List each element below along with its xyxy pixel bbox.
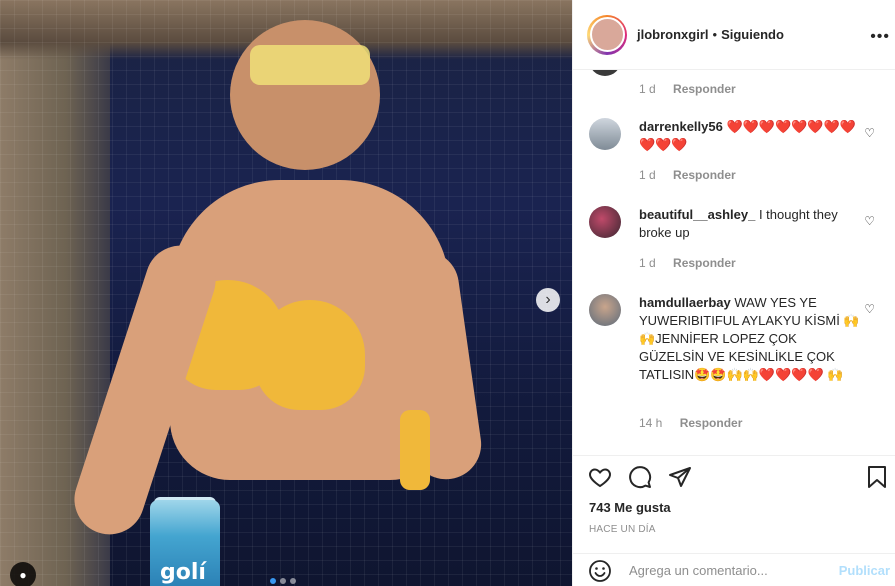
post-comment-button[interactable]: Publicar bbox=[839, 563, 890, 578]
chevron-right-icon: › bbox=[545, 291, 551, 308]
comment-meta: 1 d Responder bbox=[639, 168, 736, 182]
like-comment-heart-icon[interactable]: ♡ bbox=[864, 302, 875, 316]
comment-time: 14 h bbox=[639, 416, 663, 430]
post-date[interactable]: HACE UN DÍA bbox=[589, 524, 656, 535]
reply-button[interactable]: Responder bbox=[680, 416, 743, 430]
post-actions: 743 Me gusta HACE UN DÍA Publicar bbox=[573, 455, 895, 586]
post-header: jlobronxgirl • Siguiendo ••• bbox=[573, 0, 895, 70]
comment-meta: 1 d Responder bbox=[639, 256, 736, 270]
more-options-icon[interactable]: ••• bbox=[870, 28, 890, 46]
comment-time: 1 d bbox=[639, 82, 656, 96]
comment-input[interactable] bbox=[629, 563, 809, 578]
reply-button[interactable]: Responder bbox=[673, 256, 736, 270]
commenter-username[interactable]: hamdullaerbay bbox=[639, 295, 731, 310]
carousel-dots bbox=[270, 578, 296, 584]
share-paper-plane-icon[interactable] bbox=[667, 464, 693, 490]
comment-composer: Publicar bbox=[573, 553, 895, 586]
like-heart-icon[interactable] bbox=[587, 464, 613, 490]
user-tag-icon[interactable]: ● bbox=[10, 562, 36, 586]
carousel-dot bbox=[280, 578, 286, 584]
commenter-username[interactable]: darrenkelly56 bbox=[639, 119, 723, 134]
comment-time: 1 d bbox=[639, 256, 656, 270]
like-comment-heart-icon[interactable]: ♡ bbox=[864, 214, 875, 228]
save-bookmark-icon[interactable] bbox=[864, 464, 890, 490]
post-sidebar: jlobronxgirl • Siguiendo ••• 1 d Respond… bbox=[572, 0, 895, 586]
like-comment-heart-icon[interactable]: ♡ bbox=[864, 126, 875, 140]
comment-body: beautiful__ashley_ I thought they broke … bbox=[639, 206, 861, 242]
commenter-avatar[interactable] bbox=[589, 206, 621, 238]
author-username[interactable]: jlobronxgirl bbox=[637, 27, 709, 42]
next-image-button[interactable]: › bbox=[536, 288, 560, 312]
comment-body: hamdullaerbay WAW YES YE YUWERIBITIFUL A… bbox=[639, 294, 861, 384]
commenter-username[interactable]: beautiful__ashley_ bbox=[639, 207, 755, 222]
likes-count[interactable]: 743 Me gusta bbox=[589, 500, 671, 515]
post-image[interactable]: golí › ● bbox=[0, 0, 572, 586]
comment-bubble-icon[interactable] bbox=[627, 464, 653, 490]
carousel-dot bbox=[270, 578, 276, 584]
comments-list: 1 d Responder darrenkelly56 ❤️❤️❤️❤️❤️❤️… bbox=[573, 70, 895, 455]
carousel-dot bbox=[290, 578, 296, 584]
header-separator: • bbox=[712, 27, 718, 42]
comment-time: 1 d bbox=[639, 168, 656, 182]
commenter-avatar[interactable] bbox=[589, 294, 621, 326]
emoji-smile-icon[interactable] bbox=[587, 558, 613, 584]
comment-meta: 1 d Responder bbox=[639, 82, 736, 96]
reply-button[interactable]: Responder bbox=[673, 168, 736, 182]
comment-meta: 14 h Responder bbox=[639, 416, 742, 430]
image-person bbox=[65, 10, 490, 570]
image-bottle-label: golí bbox=[160, 560, 206, 585]
commenter-avatar[interactable] bbox=[589, 70, 621, 76]
commenter-avatar[interactable] bbox=[589, 118, 621, 150]
comment-body: darrenkelly56 ❤️❤️❤️❤️❤️❤️❤️❤️❤️❤️❤️ bbox=[639, 118, 861, 154]
follow-status-button[interactable]: Siguiendo bbox=[721, 27, 784, 42]
reply-button[interactable]: Responder bbox=[673, 82, 736, 96]
author-avatar[interactable] bbox=[587, 14, 627, 55]
action-icons bbox=[587, 464, 693, 490]
